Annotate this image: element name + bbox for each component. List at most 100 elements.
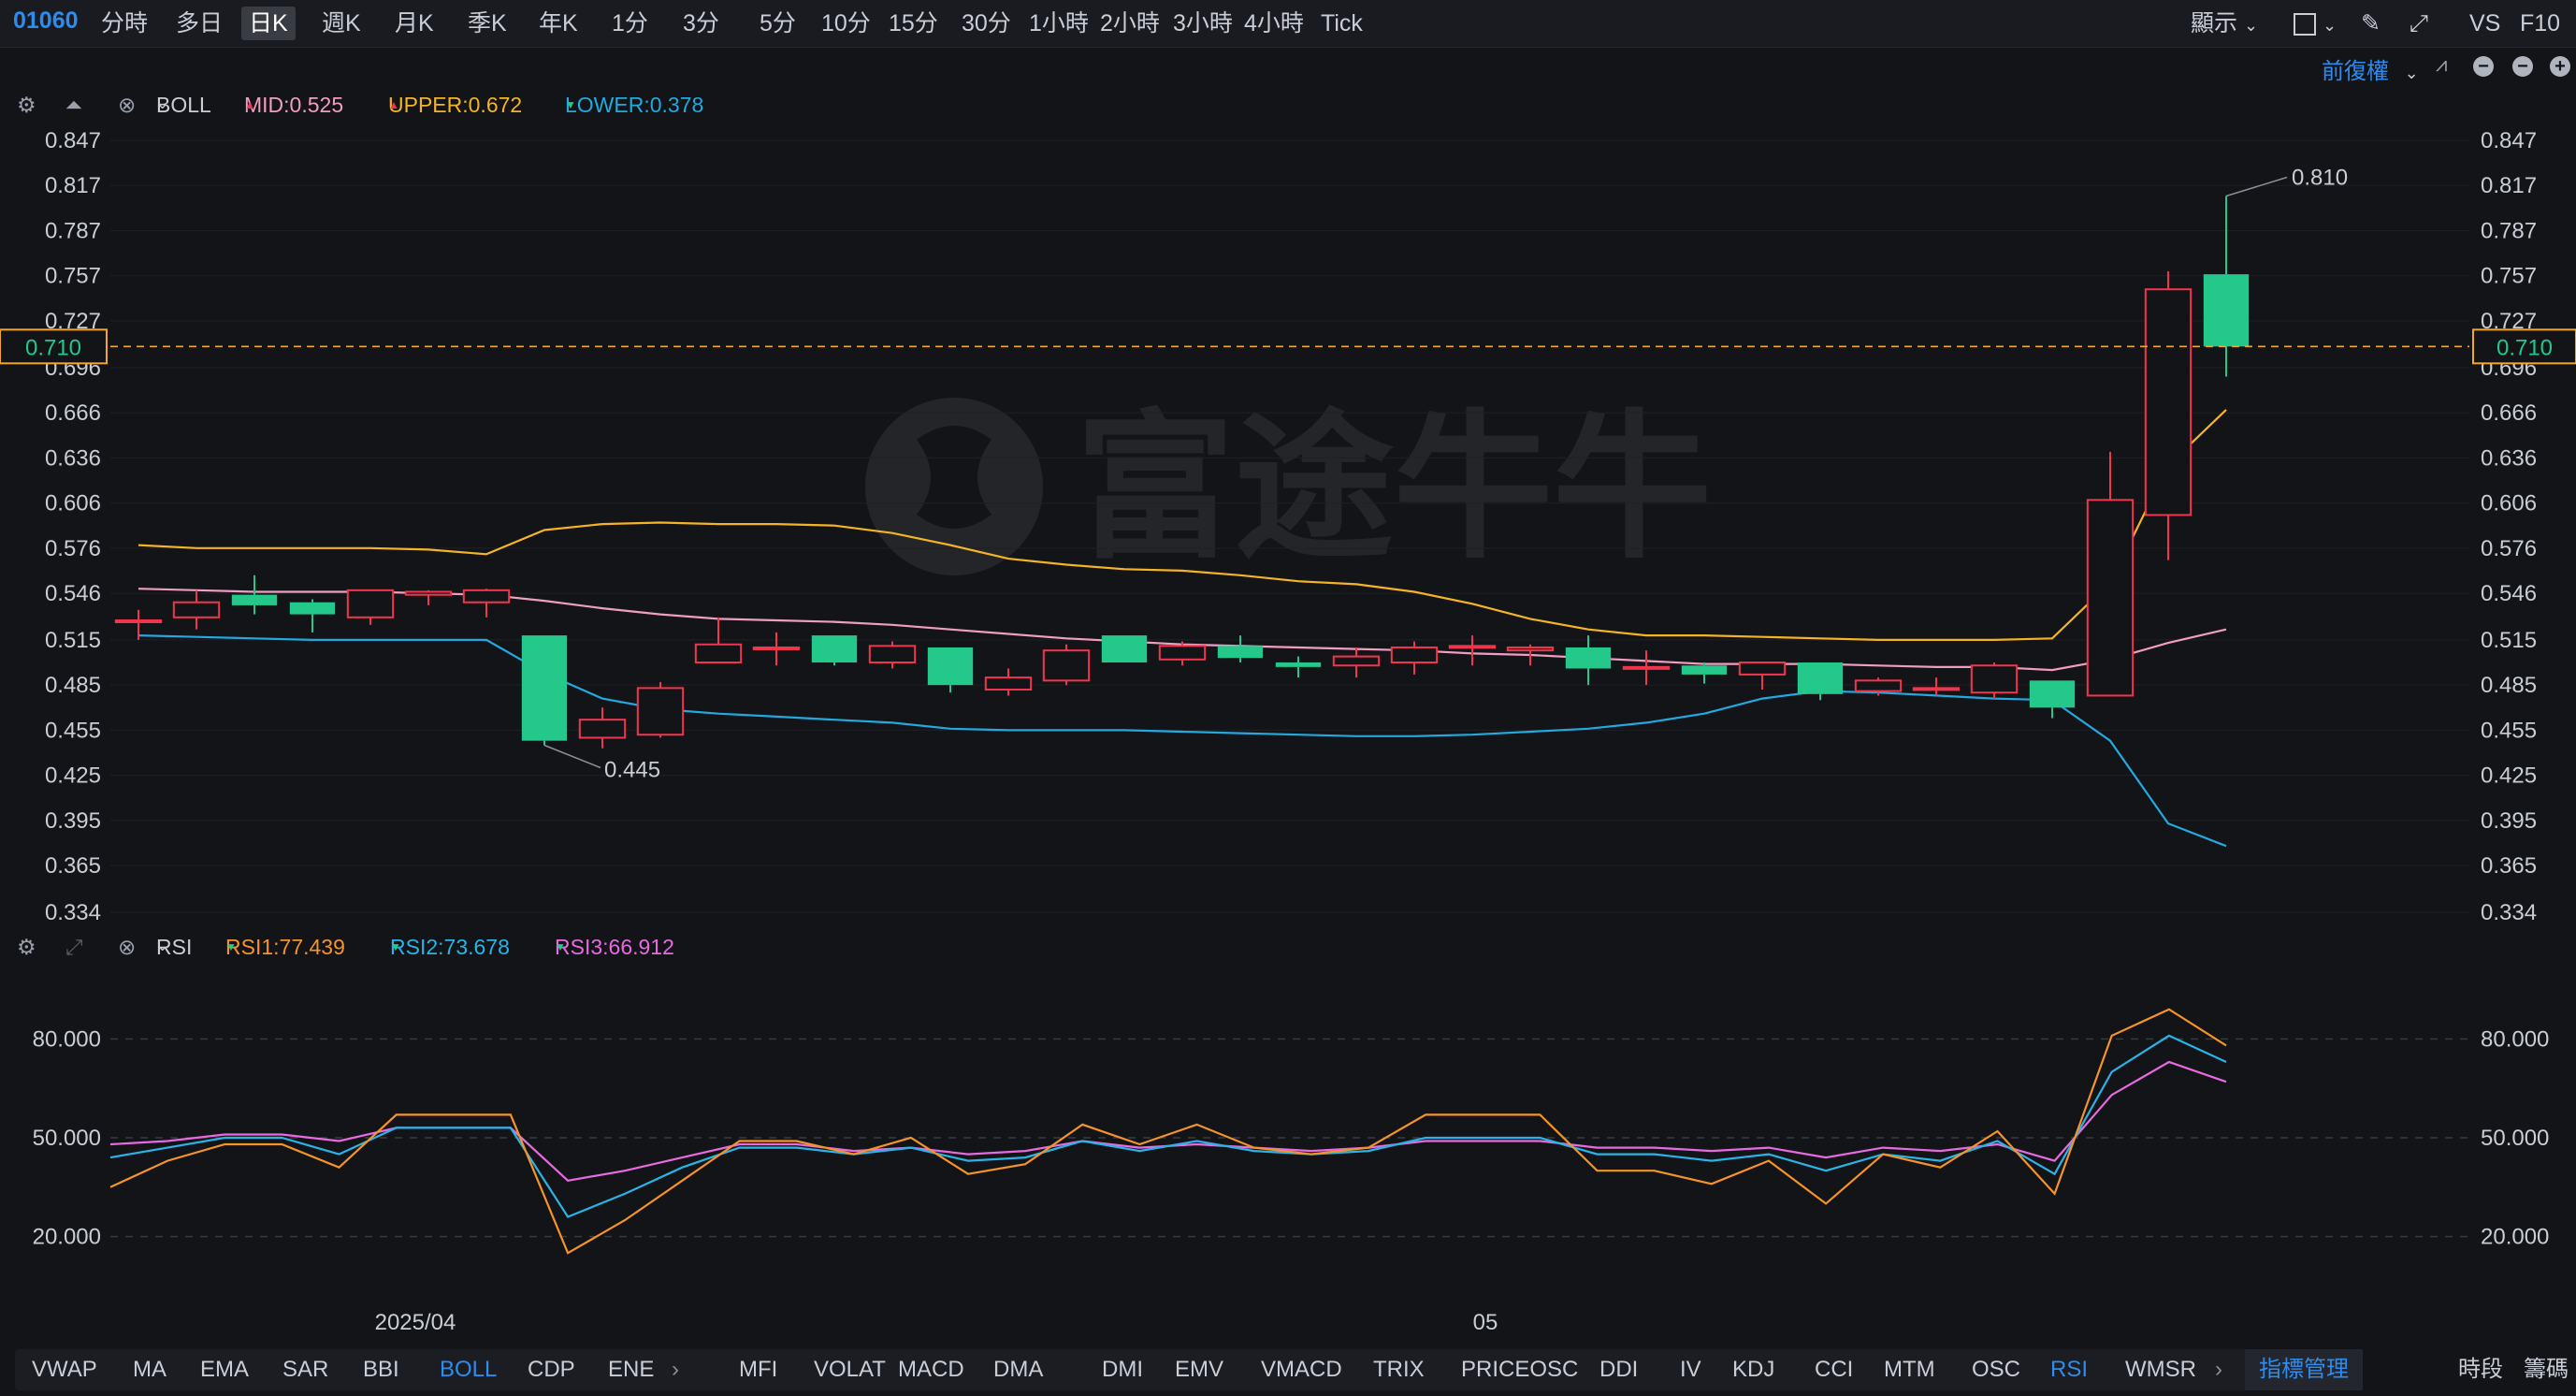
chevron-right-icon-2[interactable]: › xyxy=(2215,1349,2222,1390)
price-axis-label-left: 0.425 xyxy=(45,763,101,789)
candle-body xyxy=(1217,646,1264,659)
candle[interactable] xyxy=(1565,635,1612,686)
candle-body xyxy=(984,676,1033,691)
price-axis-label-right: 0.395 xyxy=(2481,808,2537,834)
candle[interactable] xyxy=(1158,641,1207,666)
candle[interactable] xyxy=(521,635,568,746)
candle[interactable] xyxy=(1042,644,1091,686)
main-indicator-tab[interactable]: BOLL xyxy=(440,1349,497,1390)
indicator-manage-button[interactable]: 指標管理 xyxy=(2245,1349,2363,1390)
main-indicator-tab[interactable]: CDP xyxy=(528,1349,575,1390)
candle[interactable] xyxy=(1970,662,2019,699)
main-indicator-tab[interactable]: VWAP xyxy=(32,1349,97,1390)
low-annotation: 0.445 xyxy=(604,757,660,782)
candle[interactable] xyxy=(984,668,1033,696)
price-axis-label-right: 0.455 xyxy=(2481,718,2537,743)
indicator-bar: VWAP MA EMA SAR BBI BOLL CDP ENE MFI VOLAT MACD DMA… xyxy=(0,1344,2576,1396)
main-indicator-tab[interactable]: EMA xyxy=(200,1349,249,1390)
candle-body xyxy=(2086,499,2135,697)
watermark-text: 富途牛牛 xyxy=(1076,400,1712,577)
sub-indicator-tab[interactable]: VOLAT xyxy=(814,1349,886,1390)
candle-body xyxy=(1565,647,1612,669)
chevron-right-icon[interactable]: › xyxy=(672,1349,679,1390)
candle[interactable] xyxy=(868,641,917,669)
candle[interactable] xyxy=(1681,662,1728,684)
candle[interactable] xyxy=(462,589,511,618)
high-annotation: 0.810 xyxy=(2292,166,2348,191)
candle-body xyxy=(1738,662,1787,676)
candle-body xyxy=(694,643,743,664)
candle[interactable] xyxy=(1101,635,1148,663)
price-axis-label-right: 0.666 xyxy=(2481,400,2537,426)
sub-indicator-tab[interactable]: PRICEOSC xyxy=(1461,1349,1578,1390)
sub-indicator-tab[interactable]: MACD xyxy=(898,1349,964,1390)
candle-body xyxy=(2203,274,2250,347)
candle[interactable] xyxy=(172,589,221,630)
candle[interactable] xyxy=(1622,650,1671,686)
sub-indicator-tab[interactable]: EMV xyxy=(1175,1349,1223,1390)
candle[interactable] xyxy=(927,647,974,693)
candle[interactable] xyxy=(2144,270,2192,560)
candle-body xyxy=(1681,665,1728,675)
sub-indicator-tab[interactable]: DMA xyxy=(993,1349,1043,1390)
candle[interactable] xyxy=(346,589,395,625)
sub-indicator-tab[interactable]: MTM xyxy=(1884,1349,1935,1390)
sub-indicator-tab[interactable]: KDJ xyxy=(1732,1349,1774,1390)
price-axis-label-left: 0.606 xyxy=(45,491,101,516)
candle[interactable] xyxy=(2203,196,2250,377)
candle[interactable] xyxy=(1390,641,1439,675)
candle[interactable] xyxy=(578,707,627,749)
price-axis-label-left: 0.666 xyxy=(45,400,101,426)
rsi-axis-label-right: 20.000 xyxy=(2481,1225,2549,1250)
candle[interactable] xyxy=(404,589,453,605)
watermark-logo: 富途牛牛 xyxy=(865,398,1712,577)
sub-indicator-tab[interactable]: VMACD xyxy=(1261,1349,1342,1390)
price-axis-label-left: 0.485 xyxy=(45,673,101,698)
candle[interactable] xyxy=(811,635,858,666)
candle-body xyxy=(1275,662,1322,667)
candle[interactable] xyxy=(2086,451,2135,697)
kline-chart[interactable]: 富途牛牛 80.000 80.000 50.000 50.000 20.000 20.00… xyxy=(0,0,2576,1344)
candle-body xyxy=(636,687,685,736)
candle-body xyxy=(289,602,336,615)
price-axis-label-right: 0.817 xyxy=(2481,173,2537,198)
main-indicator-tab[interactable]: ENE xyxy=(608,1349,654,1390)
price-axis-label-left: 0.636 xyxy=(45,445,101,471)
candle[interactable] xyxy=(1332,647,1381,678)
main-indicator-tab[interactable]: MA xyxy=(133,1349,166,1390)
candle-body xyxy=(521,635,568,741)
candle-body xyxy=(1854,679,1903,692)
chips-button[interactable]: 籌碼 xyxy=(2524,1349,2569,1390)
price-axis-label-left: 0.847 xyxy=(45,128,101,153)
candle[interactable] xyxy=(2029,680,2076,719)
rsi-axis-label-left: 80.000 xyxy=(33,1026,101,1052)
candle[interactable] xyxy=(752,632,801,666)
candle[interactable] xyxy=(289,599,336,633)
price-axis-label-left: 0.334 xyxy=(45,900,101,925)
sub-indicator-tab[interactable]: MFI xyxy=(739,1349,777,1390)
main-indicator-tab[interactable]: BBI xyxy=(363,1349,399,1390)
candle-body xyxy=(2144,288,2192,516)
sub-indicator-tab[interactable]: WMSR xyxy=(2125,1349,2196,1390)
sub-indicator-tab[interactable]: IV xyxy=(1680,1349,1701,1390)
price-axis-label-left: 0.787 xyxy=(45,218,101,243)
candle[interactable] xyxy=(636,681,685,738)
rsi2-line xyxy=(109,1034,2227,1218)
sub-indicator-tab[interactable]: CCI xyxy=(1815,1349,1853,1390)
candle-body xyxy=(578,719,627,739)
candle[interactable] xyxy=(1797,662,1844,701)
main-indicator-tab[interactable]: SAR xyxy=(282,1349,328,1390)
sub-indicator-tab[interactable]: RSI xyxy=(2050,1349,2088,1390)
high-marker-line xyxy=(2225,176,2288,197)
sub-indicator-tab[interactable]: DMI xyxy=(1102,1349,1143,1390)
sub-indicator-tab[interactable]: TRIX xyxy=(1373,1349,1425,1390)
low-marker-line xyxy=(543,744,601,769)
candle[interactable] xyxy=(1275,656,1322,678)
time-period-button[interactable]: 時段 xyxy=(2458,1349,2503,1390)
sub-indicator-tab[interactable]: OSC xyxy=(1972,1349,2020,1390)
candle-body xyxy=(752,646,801,650)
candle[interactable] xyxy=(1912,677,1961,696)
candle[interactable] xyxy=(231,574,278,615)
current-price-label-right: 0.710 xyxy=(2496,335,2553,360)
sub-indicator-tab[interactable]: DDI xyxy=(1599,1349,1638,1390)
